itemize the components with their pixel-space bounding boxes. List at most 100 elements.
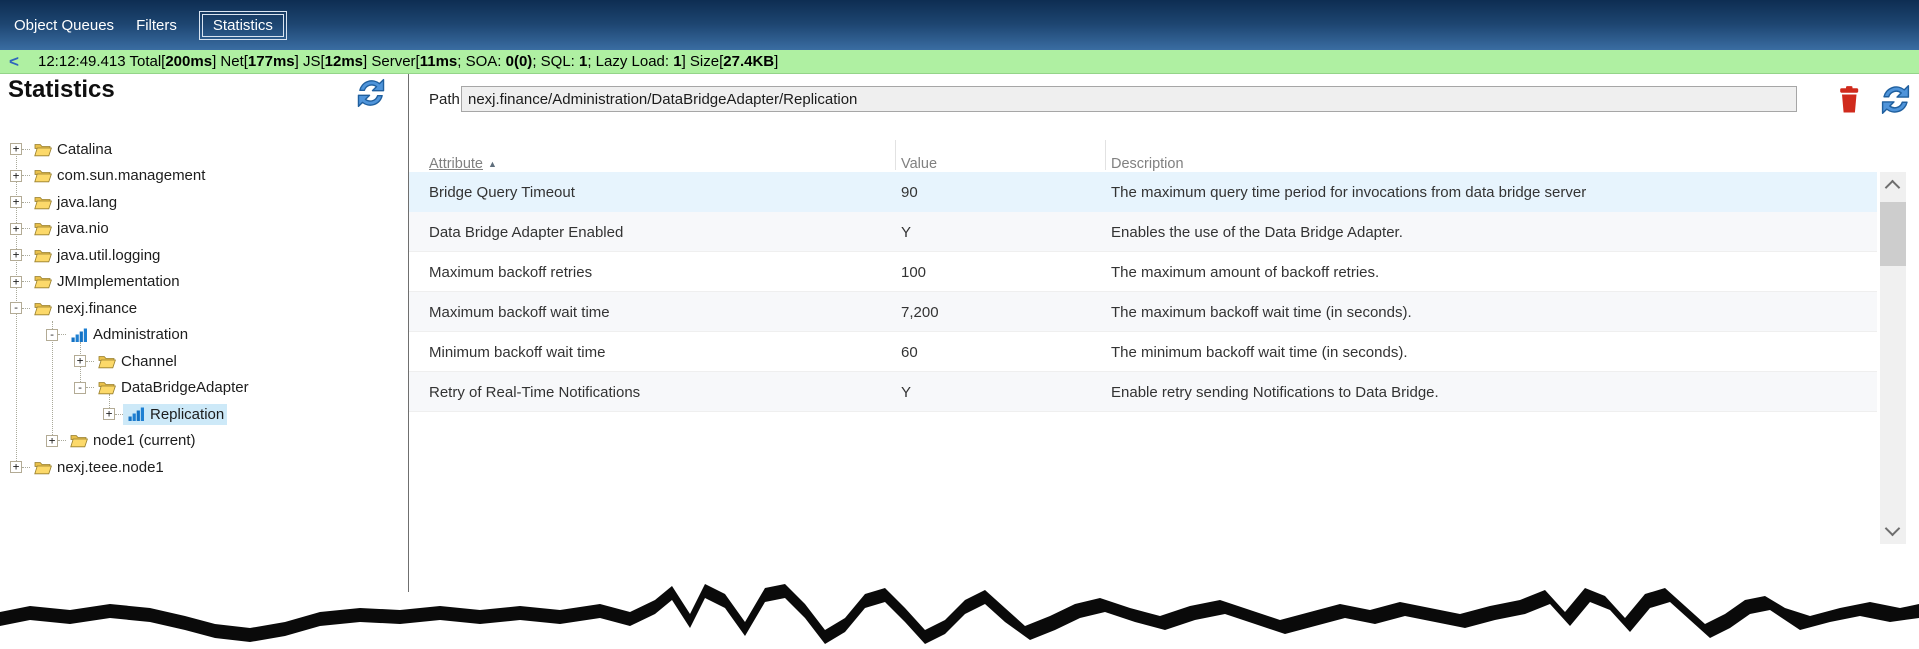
tree-item-label[interactable]: java.nio: [57, 220, 109, 237]
cell-attribute: Data Bridge Adapter Enabled: [429, 212, 623, 252]
tree-connector: [22, 175, 30, 176]
cell-value: 90: [901, 172, 918, 212]
tree-item-channel[interactable]: + Channel: [74, 348, 180, 375]
tree-item-label[interactable]: com.sun.management: [57, 167, 205, 184]
scrollbar-thumb[interactable]: [1880, 202, 1906, 266]
tree-item-label[interactable]: JMImplementation: [57, 273, 180, 290]
expand-icon[interactable]: +: [103, 408, 115, 420]
tab-object-queues[interactable]: Object Queues: [14, 17, 114, 34]
tree-connector: [58, 440, 66, 441]
tree-item-label[interactable]: Channel: [121, 353, 177, 370]
cell-description: The minimum backoff wait time (in second…: [1111, 332, 1408, 372]
folder-icon: [33, 459, 53, 475]
trash-icon[interactable]: [1837, 85, 1861, 114]
timing-segment: 177ms: [248, 53, 295, 70]
chevron-left-icon[interactable]: <: [9, 51, 19, 73]
tree-item-catalina[interactable]: + Catalina: [10, 136, 115, 163]
tree-connector: [22, 467, 30, 468]
chevron-down-icon[interactable]: [1885, 521, 1901, 537]
column-header-attribute[interactable]: Attribute▲: [429, 156, 497, 172]
tree-connector: [58, 334, 66, 335]
tree-item-label[interactable]: nexj.teee.node1: [57, 459, 164, 476]
expand-icon[interactable]: +: [10, 249, 22, 261]
expand-icon[interactable]: +: [10, 223, 22, 235]
cell-attribute: Retry of Real-Time Notifications: [429, 372, 640, 412]
expand-icon[interactable]: +: [46, 435, 58, 447]
chevron-up-icon[interactable]: [1885, 180, 1901, 196]
tree-item-nexj-teee-node1[interactable]: + nexj.teee.node1: [10, 454, 167, 481]
table-row[interactable]: Retry of Real-Time NotificationsYEnable …: [409, 372, 1877, 412]
expand-icon[interactable]: +: [10, 143, 22, 155]
timing-segment: ] Server[: [363, 53, 420, 70]
tree-item-label[interactable]: Administration: [93, 326, 188, 343]
folder-icon: [69, 433, 89, 449]
timing-segment: ; SOA:: [457, 53, 505, 70]
collapse-icon[interactable]: -: [10, 302, 22, 314]
cell-description: Enables the use of the Data Bridge Adapt…: [1111, 212, 1403, 252]
cell-value: Y: [901, 212, 911, 252]
tree-connector: [22, 149, 30, 150]
path-input[interactable]: [461, 86, 1797, 112]
expand-icon[interactable]: +: [10, 196, 22, 208]
tree-item-label[interactable]: Replication: [150, 406, 224, 423]
tree-item-jmimplementation[interactable]: + JMImplementation: [10, 269, 183, 296]
tree-item-java-util-logging[interactable]: + java.util.logging: [10, 242, 163, 269]
cell-value: Y: [901, 372, 911, 412]
table-row[interactable]: Bridge Query Timeout90The maximum query …: [409, 172, 1877, 212]
cell-attribute: Maximum backoff retries: [429, 252, 592, 292]
timing-segment: ; Lazy Load:: [587, 53, 673, 70]
table-row[interactable]: Data Bridge Adapter Enabled Y Enables the …: [409, 212, 1877, 252]
tree-connector: [22, 228, 30, 229]
tree-connector: [22, 202, 30, 203]
tab-filters[interactable]: Filters: [136, 17, 177, 34]
tree-item-java-nio[interactable]: + java.nio: [10, 216, 112, 243]
tree-item-administration[interactable]: - Administration: [46, 322, 191, 349]
table-row[interactable]: Maximum backoff retries100The maximum am…: [409, 252, 1877, 292]
tree-item-label[interactable]: nexj.finance: [57, 300, 137, 317]
timing-segment: ] Size[: [682, 53, 724, 70]
table-row[interactable]: Maximum backoff wait time7,200The maximu…: [409, 292, 1877, 332]
tree-item-com-sun-management[interactable]: + com.sun.management: [10, 163, 208, 190]
folder-icon: [33, 141, 53, 157]
tree-item-label[interactable]: java.lang: [57, 194, 117, 211]
tree-item-nexj-finance[interactable]: - nexj.finance: [10, 295, 140, 322]
tree-item-databridgeadapter[interactable]: - DataBridgeAdapter: [74, 375, 252, 402]
column-divider: [1105, 140, 1106, 170]
folder-icon: [97, 380, 117, 396]
column-header-description[interactable]: Description: [1111, 156, 1184, 172]
tree-item-java-lang[interactable]: + java.lang: [10, 189, 120, 216]
tree-item-replication[interactable]: + Replication: [103, 401, 227, 428]
expand-icon[interactable]: +: [10, 170, 22, 182]
expand-icon[interactable]: +: [74, 355, 86, 367]
tree-item-label[interactable]: node1 (current): [93, 432, 196, 449]
tree-connector: [22, 308, 30, 309]
table-row[interactable]: Minimum backoff wait time60The minimum b…: [409, 332, 1877, 372]
tree-connector: [22, 281, 30, 282]
table-scrollbar[interactable]: [1880, 172, 1906, 544]
column-header-value[interactable]: Value: [901, 156, 937, 172]
refresh-icon[interactable]: [1878, 82, 1913, 117]
timing-segment: 0(0): [506, 53, 533, 70]
statistics-detail-panel: Path Attribute▲ Value Description Bridge…: [409, 74, 1919, 592]
cell-value: 100: [901, 252, 926, 292]
request-status-bar: < 12:12:49.413 Total[200ms] Net[177ms] J…: [0, 50, 1919, 74]
expand-icon[interactable]: +: [10, 461, 22, 473]
tree-item-label[interactable]: java.util.logging: [57, 247, 160, 264]
folder-icon: [33, 168, 53, 184]
expand-icon[interactable]: +: [10, 276, 22, 288]
collapse-icon[interactable]: -: [46, 329, 58, 341]
collapse-icon[interactable]: -: [74, 382, 86, 394]
bar-chart-icon: [126, 406, 146, 422]
folder-icon: [33, 194, 53, 210]
tree-item-label[interactable]: Catalina: [57, 141, 112, 158]
tree-item-node1-current-[interactable]: + node1 (current): [46, 428, 199, 455]
timing-segment: 12ms: [325, 53, 363, 70]
bar-chart-icon: [69, 327, 89, 343]
timing-segment: ] JS[: [295, 53, 325, 70]
path-label: Path: [429, 91, 460, 108]
tree-item-label[interactable]: DataBridgeAdapter: [121, 379, 249, 396]
cell-description: The maximum query time period for invoca…: [1111, 172, 1586, 212]
timing-segment: 200ms: [165, 53, 212, 70]
tab-statistics[interactable]: Statistics: [199, 11, 287, 40]
cell-attribute: Minimum backoff wait time: [429, 332, 605, 372]
